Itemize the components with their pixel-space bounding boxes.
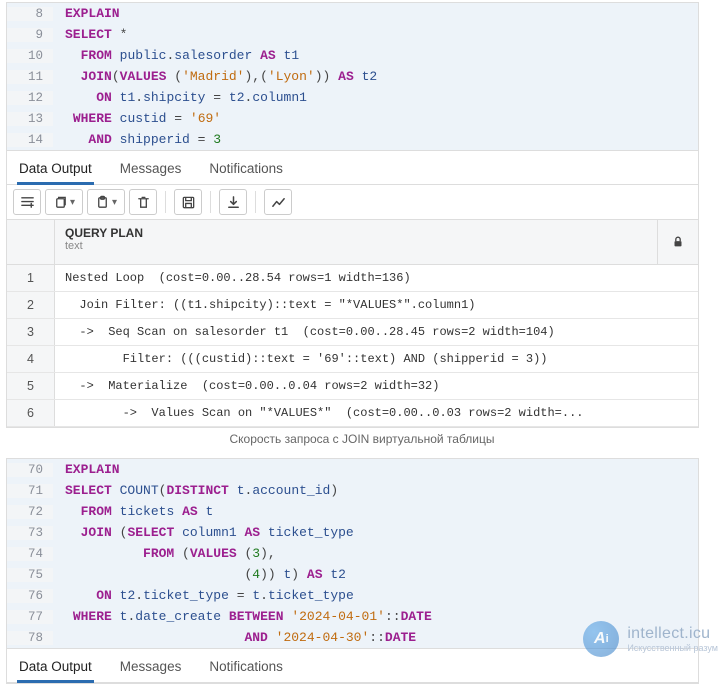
row-number: 4 xyxy=(7,346,55,372)
code-line[interactable]: 14 AND shipperid = 3 xyxy=(7,129,698,150)
code-text[interactable]: JOIN(VALUES ('Madrid'),('Lyon')) AS t2 xyxy=(53,69,698,84)
row-number: 6 xyxy=(7,400,55,426)
line-number: 75 xyxy=(7,568,53,582)
line-number: 70 xyxy=(7,463,53,477)
watermark-name: intellect.icu xyxy=(627,625,718,643)
chevron-down-icon: ▾ xyxy=(112,197,117,208)
line-number: 12 xyxy=(7,91,53,105)
line-number: 13 xyxy=(7,112,53,126)
chart-button[interactable] xyxy=(264,189,292,215)
line-number: 9 xyxy=(7,28,53,42)
query-panel-1: 8EXPLAIN9SELECT *10 FROM public.salesord… xyxy=(6,2,699,428)
code-text[interactable]: FROM (VALUES (3), xyxy=(53,546,698,561)
delete-button[interactable] xyxy=(129,189,157,215)
result-tabs-1: Data Output Messages Notifications xyxy=(7,150,698,185)
code-text[interactable]: ON t1.shipcity = t2.column1 xyxy=(53,90,698,105)
line-number: 76 xyxy=(7,589,53,603)
code-line[interactable]: 70EXPLAIN xyxy=(7,459,698,480)
sql-editor-2[interactable]: 70EXPLAIN71SELECT COUNT(DISTINCT t.accou… xyxy=(7,459,698,648)
save-results-button[interactable] xyxy=(174,189,202,215)
column-header-query-plan[interactable]: QUERY PLAN text xyxy=(55,220,658,264)
result-grid-header: QUERY PLAN text xyxy=(7,220,698,265)
download-button[interactable] xyxy=(219,189,247,215)
code-text[interactable]: JOIN (SELECT column1 AS ticket_type xyxy=(53,525,698,540)
code-text[interactable]: FROM tickets AS t xyxy=(53,504,698,519)
query-plan-cell[interactable]: Nested Loop (cost=0.00..28.54 rows=1 wid… xyxy=(55,265,698,291)
add-row-button[interactable] xyxy=(13,189,41,215)
column-title: QUERY PLAN xyxy=(65,226,647,240)
result-toolbar: ▾ ▾ xyxy=(7,185,698,220)
code-text[interactable]: EXPLAIN xyxy=(53,462,698,477)
lock-icon xyxy=(658,235,698,249)
chevron-down-icon: ▾ xyxy=(70,197,75,208)
watermark-tagline: Искусственный разум xyxy=(627,643,718,653)
query-plan-cell[interactable]: Filter: (((custid)::text = '69'::text) A… xyxy=(55,346,698,372)
line-number: 71 xyxy=(7,484,53,498)
separator xyxy=(210,191,211,213)
code-text[interactable]: AND shipperid = 3 xyxy=(53,132,698,147)
copy-button[interactable]: ▾ xyxy=(45,189,83,215)
sql-editor-1[interactable]: 8EXPLAIN9SELECT *10 FROM public.salesord… xyxy=(7,3,698,150)
code-line[interactable]: 76 ON t2.ticket_type = t.ticket_type xyxy=(7,585,698,606)
code-text[interactable]: SELECT * xyxy=(53,27,698,42)
result-grid-body: 1Nested Loop (cost=0.00..28.54 rows=1 wi… xyxy=(7,265,698,427)
code-line[interactable]: 11 JOIN(VALUES ('Madrid'),('Lyon')) AS t… xyxy=(7,66,698,87)
rownum-header xyxy=(7,220,55,264)
code-line[interactable]: 8EXPLAIN xyxy=(7,3,698,24)
line-number: 10 xyxy=(7,49,53,63)
tab-messages[interactable]: Messages xyxy=(118,157,184,184)
tab-notifications[interactable]: Notifications xyxy=(207,157,285,184)
line-number: 72 xyxy=(7,505,53,519)
code-text[interactable]: SELECT COUNT(DISTINCT t.account_id) xyxy=(53,483,698,498)
query-plan-cell[interactable]: Join Filter: ((t1.shipcity)::text = "*VA… xyxy=(55,292,698,318)
table-row[interactable]: 4 Filter: (((custid)::text = '69'::text)… xyxy=(7,346,698,373)
code-line[interactable]: 13 WHERE custid = '69' xyxy=(7,108,698,129)
line-number: 77 xyxy=(7,610,53,624)
row-number: 5 xyxy=(7,373,55,399)
table-row[interactable]: 2 Join Filter: ((t1.shipcity)::text = "*… xyxy=(7,292,698,319)
line-number: 11 xyxy=(7,70,53,84)
code-text[interactable]: WHERE custid = '69' xyxy=(53,111,698,126)
watermark: Ai intellect.icu Искусственный разум xyxy=(583,621,718,657)
row-number: 3 xyxy=(7,319,55,345)
table-row[interactable]: 6 -> Values Scan on "*VALUES*" (cost=0.0… xyxy=(7,400,698,427)
row-number: 1 xyxy=(7,265,55,291)
tab-data-output[interactable]: Data Output xyxy=(17,655,94,683)
table-row[interactable]: 1Nested Loop (cost=0.00..28.54 rows=1 wi… xyxy=(7,265,698,292)
caption-text: Скорость запроса с JOIN виртуальной табл… xyxy=(0,432,724,446)
query-plan-cell[interactable]: -> Values Scan on "*VALUES*" (cost=0.00.… xyxy=(55,400,698,426)
code-line[interactable]: 10 FROM public.salesorder AS t1 xyxy=(7,45,698,66)
line-number: 78 xyxy=(7,631,53,645)
table-row[interactable]: 5 -> Materialize (cost=0.00..0.04 rows=2… xyxy=(7,373,698,400)
line-number: 14 xyxy=(7,133,53,147)
code-text[interactable]: FROM public.salesorder AS t1 xyxy=(53,48,698,63)
tab-data-output[interactable]: Data Output xyxy=(17,157,94,185)
code-line[interactable]: 12 ON t1.shipcity = t2.column1 xyxy=(7,87,698,108)
tab-messages[interactable]: Messages xyxy=(118,655,184,682)
paste-button[interactable]: ▾ xyxy=(87,189,125,215)
code-line[interactable]: 74 FROM (VALUES (3), xyxy=(7,543,698,564)
code-line[interactable]: 75 (4)) t) AS t2 xyxy=(7,564,698,585)
code-text[interactable]: ON t2.ticket_type = t.ticket_type xyxy=(53,588,698,603)
table-row[interactable]: 3 -> Seq Scan on salesorder t1 (cost=0.0… xyxy=(7,319,698,346)
tab-notifications[interactable]: Notifications xyxy=(207,655,285,682)
code-text[interactable]: (4)) t) AS t2 xyxy=(53,567,698,582)
code-line[interactable]: 9SELECT * xyxy=(7,24,698,45)
code-line[interactable]: 71SELECT COUNT(DISTINCT t.account_id) xyxy=(7,480,698,501)
line-number: 73 xyxy=(7,526,53,540)
separator xyxy=(165,191,166,213)
watermark-logo: Ai xyxy=(583,621,619,657)
column-type: text xyxy=(65,240,647,252)
code-text[interactable]: EXPLAIN xyxy=(53,6,698,21)
code-line[interactable]: 72 FROM tickets AS t xyxy=(7,501,698,522)
line-number: 74 xyxy=(7,547,53,561)
line-number: 8 xyxy=(7,7,53,21)
separator xyxy=(255,191,256,213)
query-plan-cell[interactable]: -> Materialize (cost=0.00..0.04 rows=2 w… xyxy=(55,373,698,399)
code-line[interactable]: 73 JOIN (SELECT column1 AS ticket_type xyxy=(7,522,698,543)
query-plan-cell[interactable]: -> Seq Scan on salesorder t1 (cost=0.00.… xyxy=(55,319,698,345)
row-number: 2 xyxy=(7,292,55,318)
